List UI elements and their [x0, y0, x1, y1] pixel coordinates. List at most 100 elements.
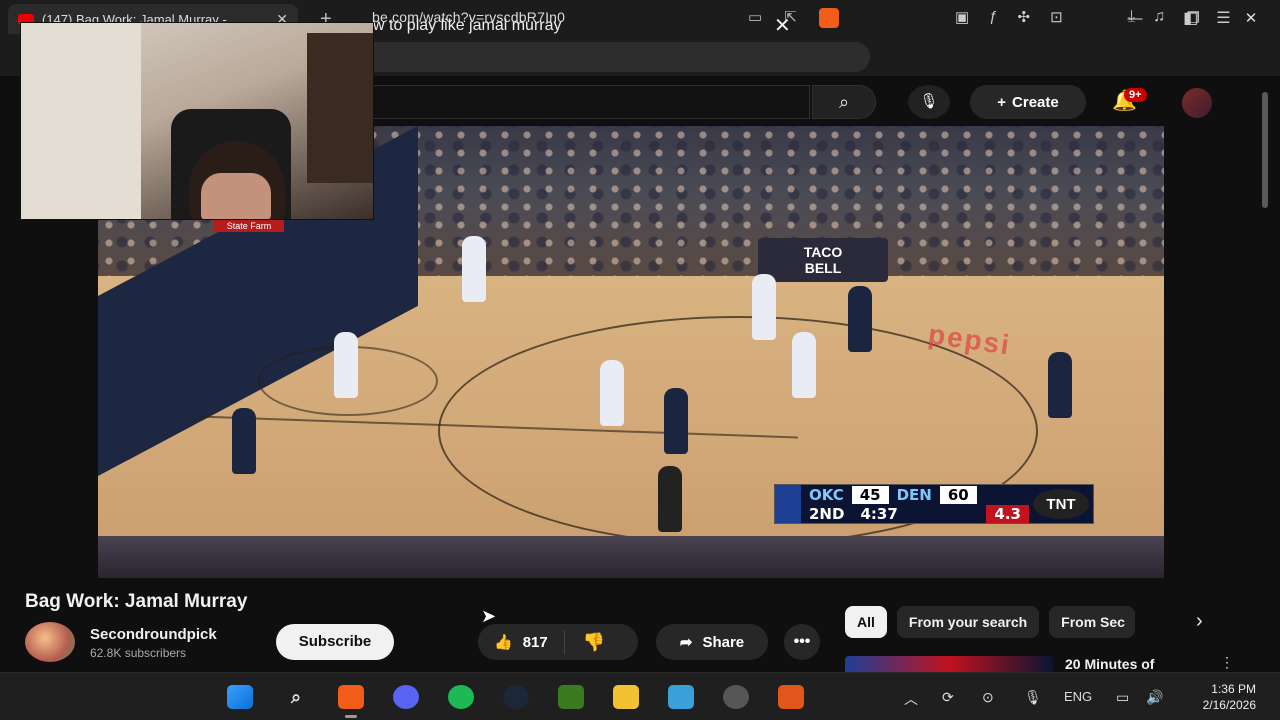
create-label: Create [1012, 93, 1059, 111]
courtside-crowd [98, 536, 1164, 578]
player [792, 332, 816, 398]
share-label: Share [702, 633, 745, 651]
volume-icon[interactable]: 🔊 [1146, 689, 1163, 706]
webcam-person-face [201, 173, 271, 219]
tray-overflow-icon[interactable]: ︿ [904, 689, 918, 709]
dislike-button[interactable]: 👎 [565, 632, 623, 653]
address-bar-icons: ▭ ⇱ [748, 8, 839, 28]
search-button[interactable]: ⌕ [812, 85, 876, 119]
like-button[interactable]: 👍 817 [478, 630, 565, 654]
away-score: 45 [851, 485, 889, 504]
mouse-cursor-icon: ➤ [481, 606, 497, 626]
period: 2ND [809, 504, 845, 523]
media-icon[interactable]: ♫ [1153, 8, 1165, 28]
nvidia-icon[interactable] [558, 685, 584, 709]
windows-start-icon[interactable] [227, 685, 253, 709]
scrollbar-thumb[interactable] [1262, 92, 1268, 208]
recommendation-thumbnail[interactable] [845, 656, 1053, 672]
search-input[interactable] [300, 85, 810, 119]
channel-avatar[interactable] [25, 622, 75, 662]
player [232, 408, 256, 474]
recommendation-title[interactable]: 20 Minutes of [1065, 656, 1154, 672]
player [462, 236, 486, 302]
create-button[interactable]: + Create [970, 85, 1086, 119]
steam-icon[interactable] [503, 685, 529, 709]
webcam-overlay [20, 22, 374, 220]
webcam-wall [21, 23, 141, 219]
sync-icon[interactable]: ⟳ [942, 689, 954, 706]
score-row-clock: 2ND 4:37 4.3 [801, 504, 1029, 523]
chip-from-secondroundpick[interactable]: From Sec [1049, 606, 1136, 638]
kebab-menu-icon[interactable]: ⋮ [1220, 654, 1234, 671]
taskbar-date[interactable]: 2/16/2026 [1186, 698, 1256, 712]
download-icon[interactable]: ⤓ [1128, 8, 1135, 28]
network-icon[interactable]: ▭ [1116, 689, 1129, 706]
keyboard-app-icon[interactable] [668, 685, 694, 709]
active-app-indicator [345, 715, 357, 718]
brave-browser-icon[interactable] [338, 685, 364, 709]
taskbar-time[interactable]: 1:36 PM [1200, 682, 1256, 696]
script-extension-icon[interactable]: ƒ [989, 8, 997, 26]
search-clear-icon[interactable]: ✕ [774, 13, 791, 38]
score-row-teams: OKC 45 DEN 60 [801, 485, 1029, 504]
share-arrow-icon: ➦ [679, 634, 693, 651]
windows-taskbar: ⌕ ︿ ⟳ ⊙ 🎙 ENG ▭ 🔊 [0, 672, 1280, 720]
discord-icon[interactable] [393, 685, 419, 709]
thumbs-down-icon: 👎 [582, 631, 606, 652]
taskbar-search-icon[interactable]: ⌕ [283, 685, 309, 709]
like-count: 817 [522, 633, 548, 651]
channel-name[interactable]: Secondroundpick [90, 626, 217, 643]
recorder-app-icon[interactable] [723, 685, 749, 709]
player [752, 274, 776, 340]
subscribe-button[interactable]: Subscribe [276, 624, 394, 660]
score-rows: OKC 45 DEN 60 2ND 4:37 4.3 [801, 485, 1029, 523]
webcam-shelf [307, 33, 373, 183]
search-query[interactable]: w to play like jamal murray [373, 17, 562, 35]
chip-all[interactable]: All [845, 606, 887, 638]
tnt-logo: TNT [1033, 489, 1089, 519]
camera-tray-icon[interactable]: ⊙ [982, 689, 994, 706]
player [664, 388, 688, 454]
more-actions-button[interactable]: ••• [784, 624, 820, 660]
plus-icon: + [997, 93, 1007, 111]
browser-menu-icons: ⤓ ♫ ◧ ☰ [1128, 8, 1231, 28]
mic-icon: 🎙 [919, 93, 939, 110]
brave-shield-app-icon[interactable] [778, 685, 804, 709]
extension-icon[interactable]: ▣ [955, 8, 969, 26]
close-window-button[interactable]: ✕ [1222, 0, 1280, 38]
player [600, 360, 624, 426]
player [1048, 352, 1072, 418]
scorebug: OKC 45 DEN 60 2ND 4:37 4.3 TNT [774, 484, 1094, 524]
file-explorer-icon[interactable] [613, 685, 639, 709]
like-dislike-group: 👍 817 👎 [478, 624, 638, 660]
screenshot-icon[interactable]: ⊡ [1050, 8, 1063, 26]
chip-from-your-search[interactable]: From your search [896, 606, 1040, 638]
game-clock: 4:37 [860, 504, 898, 523]
spotify-icon[interactable] [448, 685, 474, 709]
extension-icons: ▣ ƒ ✣ ⊡ [955, 8, 1063, 26]
account-avatar[interactable] [1182, 88, 1212, 118]
nba-logo-icon [775, 485, 801, 523]
microphone-tray-icon[interactable]: 🎙 [1024, 689, 1042, 706]
brave-shield-icon[interactable] [818, 8, 839, 28]
home-score: 60 [939, 485, 977, 504]
taco-bell-ad: TACO BELL [758, 238, 888, 282]
player [848, 286, 872, 352]
search-icon: ⌕ [838, 92, 850, 112]
sidebar-icon[interactable]: ◧ [1183, 8, 1198, 28]
video-title: Bag Work: Jamal Murray [25, 591, 248, 612]
menu-icon[interactable]: ☰ [1216, 8, 1230, 28]
player [334, 332, 358, 398]
share-button[interactable]: ➦ Share [656, 624, 768, 660]
puzzle-icon[interactable]: ✣ [1018, 8, 1031, 26]
cast-icon[interactable]: ▭ [748, 8, 762, 28]
voice-search-button[interactable]: 🎙 [908, 85, 950, 119]
recommendation-chips: All From your search From Sec [845, 606, 1136, 638]
language-indicator[interactable]: ENG [1064, 689, 1092, 704]
chevron-right-icon[interactable]: › [1196, 610, 1203, 633]
statefarm-ad: State Farm [214, 220, 284, 232]
subscriber-count: 62.8K subscribers [90, 646, 187, 660]
shot-clock: 4.3 [986, 504, 1029, 523]
notification-badge: 9+ [1124, 88, 1147, 102]
address-bar[interactable] [300, 42, 870, 72]
